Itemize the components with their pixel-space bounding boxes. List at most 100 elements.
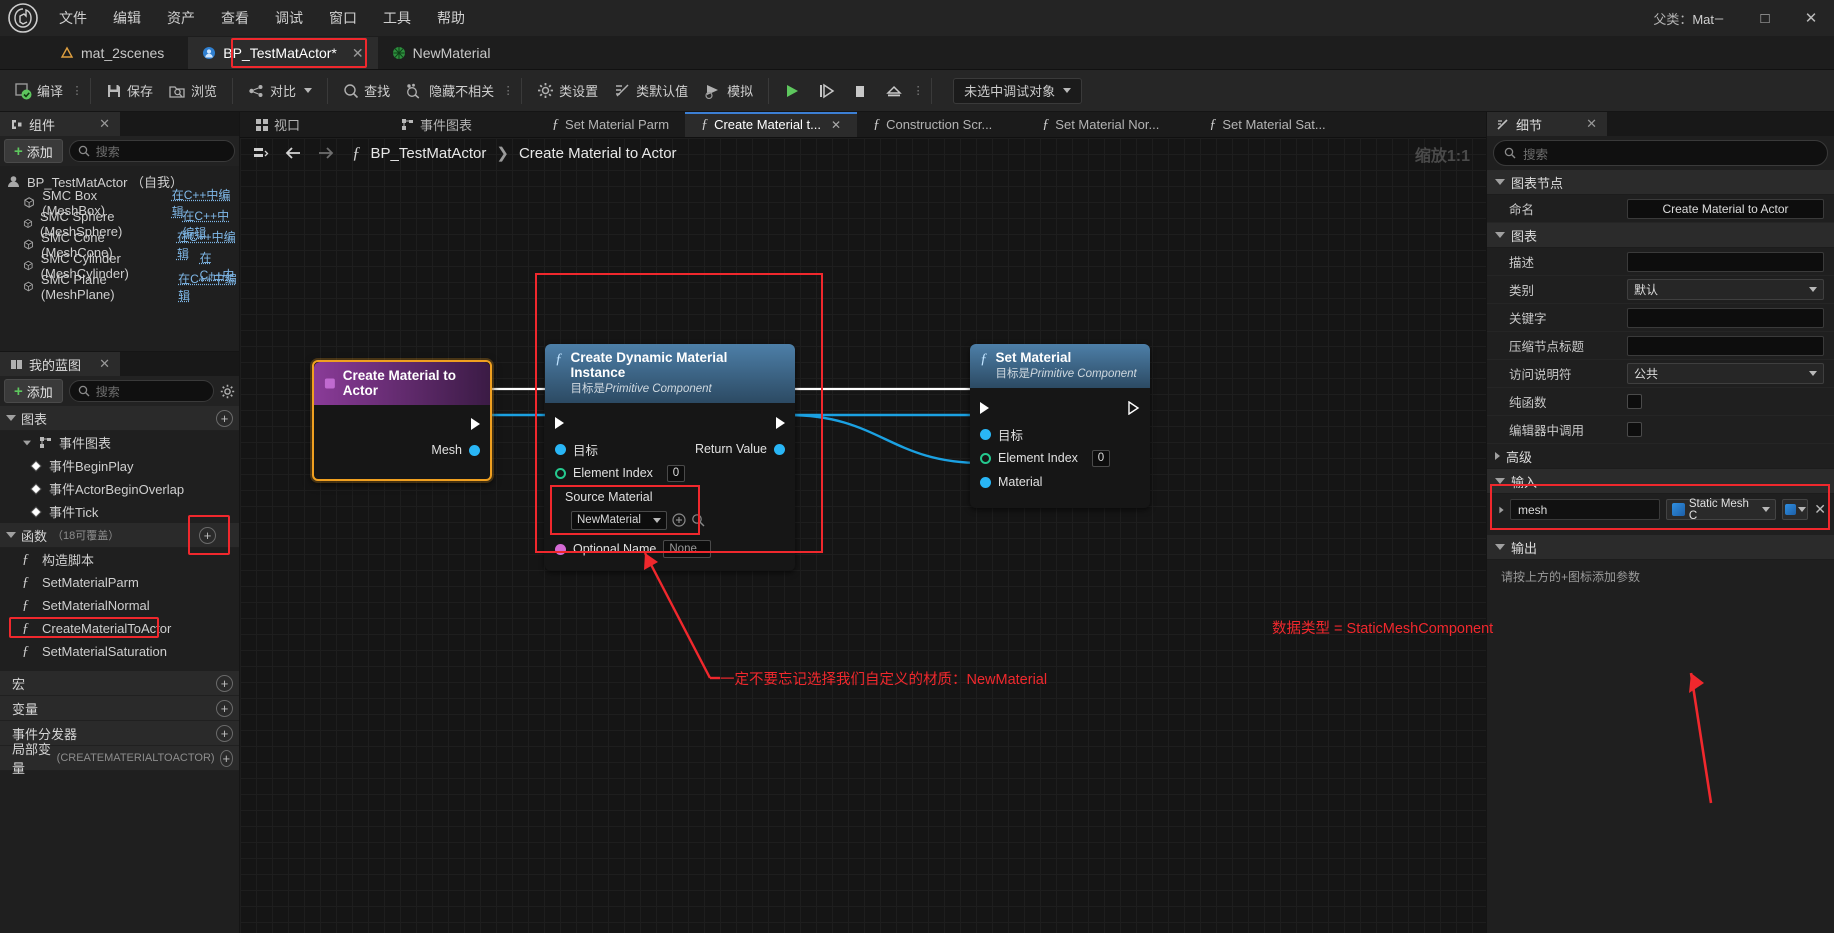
access-specifier-combo[interactable]: 公共 [1627,363,1824,384]
graph-canvas[interactable]: ƒ BP_TestMatActor ❯ Create Material to A… [240,138,1486,933]
exec-in-pin-icon[interactable] [555,417,564,429]
graph-view-options-icon[interactable] [250,142,272,164]
browse-to-asset-icon[interactable] [691,513,705,527]
breadcrumb-current[interactable]: Create Material to Actor [519,145,677,162]
object-pin-icon[interactable] [980,476,991,488]
graph-tab-setmaterialparm[interactable]: ƒ Set Material Parm [536,112,685,137]
exec-in-pin-icon[interactable] [980,402,989,414]
back-button[interactable] [282,142,304,164]
chevron-right-icon[interactable] [1499,506,1504,513]
menu-item-debug[interactable]: 调试 [262,0,316,36]
close-icon[interactable]: ✕ [1586,116,1597,132]
menu-item-view[interactable]: 查看 [208,0,262,36]
tab-details[interactable]: 细节 ✕ [1487,112,1607,136]
save-button[interactable]: 保存 [98,74,161,108]
details-section-outputs[interactable]: 输出 [1487,535,1834,560]
element-index-input[interactable]: 0 [666,464,685,482]
compile-options-icon[interactable]: ⋮ [71,85,83,96]
close-icon[interactable]: ✕ [99,356,110,372]
diff-button[interactable]: 对比 [240,74,320,108]
details-search-input[interactable]: 搜索 [1493,140,1828,166]
input-parameter-container-type-button[interactable] [1782,499,1809,520]
section-graphs[interactable]: 图表 + [0,406,239,431]
graph-tab-setmaterialsaturation[interactable]: ƒ Set Material Sat... [1193,112,1341,137]
eject-button[interactable] [878,74,910,108]
class-defaults-button[interactable]: 类默认值 [606,74,696,108]
menu-item-file[interactable]: 文件 [46,0,100,36]
section-local-variables[interactable]: 局部变量 (CREATEMATERIALTOACTOR) + [0,742,239,776]
exec-out-pin-icon[interactable] [776,417,785,429]
call-in-editor-checkbox[interactable] [1627,422,1642,437]
section-macros[interactable]: 宏 + [0,671,239,696]
exec-out-pin-icon[interactable] [1128,401,1140,415]
use-selected-asset-icon[interactable] [672,513,686,527]
graph-tab-setmaterialnormal[interactable]: ƒ Set Material Nor... [1026,112,1175,137]
find-button[interactable]: 查找 [335,74,398,108]
optional-name-input[interactable]: None [663,540,712,558]
name-pin-icon[interactable] [555,543,566,555]
menu-item-edit[interactable]: 编辑 [100,0,154,36]
myblueprint-search-input[interactable]: 搜索 [68,380,214,402]
step-button[interactable] [810,74,842,108]
event-row-tick[interactable]: 事件Tick [0,500,239,523]
event-row-beginplay[interactable]: 事件BeginPlay [0,454,239,477]
graph-tab-eventgraph[interactable]: 事件图表 [386,112,488,137]
simulate-button[interactable]: 模拟 [696,74,761,108]
details-section-advanced[interactable]: 高级 [1487,444,1834,469]
debug-object-select[interactable]: 未选中调试对象 [953,77,1083,104]
tab-myblueprint[interactable]: 我的蓝图 ✕ [0,352,120,376]
function-row-setmaterialparm[interactable]: ƒ SetMaterialParm [0,571,239,594]
add-variable-button[interactable]: + [216,699,233,717]
hide-unrelated-options-icon[interactable]: ⋮ [502,85,514,96]
maximize-icon[interactable]: □ [1742,0,1788,36]
details-section-graph-node[interactable]: 图表节点 [1487,170,1834,195]
node-name-input[interactable]: Create Material to Actor [1627,198,1824,219]
tab-components[interactable]: 组件 ✕ [0,112,120,136]
breadcrumb-root[interactable]: BP_TestMatActor [371,145,487,162]
node-entry-exec-out[interactable] [314,411,490,437]
menu-item-assets[interactable]: 资产 [154,0,208,36]
input-parameter-type-combo[interactable]: Static Mesh C [1666,498,1777,522]
event-graph-row[interactable]: 事件图表 [0,431,239,454]
details-section-graph[interactable]: 图表 [1487,223,1834,248]
close-icon[interactable]: ✕ [1788,0,1834,36]
stop-button[interactable] [844,74,876,108]
graph-tab-creatematerialtoactor[interactable]: ƒ Create Material t... ✕ [685,112,858,137]
function-row-creatematerialtoactor[interactable]: ƒ CreateMaterialToActor [0,617,239,640]
asset-tab-close-icon[interactable]: ✕ [352,45,364,62]
browse-button[interactable]: 浏览 [161,74,225,108]
asset-tab-mat2scenes[interactable]: mat_2scenes [46,37,178,69]
category-combo[interactable]: 默认 [1627,279,1824,300]
pure-checkbox[interactable] [1627,394,1642,409]
section-functions[interactable]: 函数 （18可覆盖） + [0,515,239,555]
source-material-picker[interactable]: NewMaterial [571,510,667,530]
details-section-inputs[interactable]: 输入 [1487,469,1834,494]
input-parameter-name[interactable]: mesh [1510,499,1661,520]
node-entry-pin-mesh[interactable]: Mesh [314,437,490,463]
compact-node-title-input[interactable] [1627,335,1824,356]
exec-pin-icon[interactable] [471,418,480,430]
keywords-input[interactable] [1627,307,1824,328]
add-event-dispatcher-button[interactable]: + [216,724,233,742]
description-input[interactable] [1627,251,1824,272]
hide-unrelated-button[interactable]: 隐藏不相关 [398,74,502,108]
object-pin-icon[interactable] [980,428,991,440]
input-parameter-remove-icon[interactable]: ✕ [1814,501,1826,518]
myblueprint-add-button[interactable]: + 添加 [4,379,63,403]
add-macro-button[interactable]: + [216,674,233,692]
class-settings-button[interactable]: 类设置 [529,74,606,108]
asset-tab-newmaterial[interactable]: NewMaterial [378,37,505,69]
int-pin-icon[interactable] [980,452,991,464]
node-create-dynamic-material-instance[interactable]: ƒ Create Dynamic Material Instance 目标是Pr… [545,344,795,571]
component-row-plane[interactable]: SMC Plane (MeshPlane) 在C++中编辑 [0,272,239,303]
menu-item-window[interactable]: 窗口 [316,0,370,36]
object-pin-icon[interactable] [469,444,480,456]
add-function-button[interactable]: + [199,526,216,544]
compile-button[interactable]: 编译 [6,74,71,108]
graph-tab-close-icon[interactable]: ✕ [831,118,841,132]
function-row-construction-script[interactable]: ƒ 构造脚本 [0,548,239,571]
close-icon[interactable]: ✕ [99,116,110,132]
components-add-button[interactable]: + 添加 [4,139,63,163]
components-search-input[interactable]: 搜索 [68,140,235,162]
add-local-variable-button[interactable]: + [219,749,233,767]
